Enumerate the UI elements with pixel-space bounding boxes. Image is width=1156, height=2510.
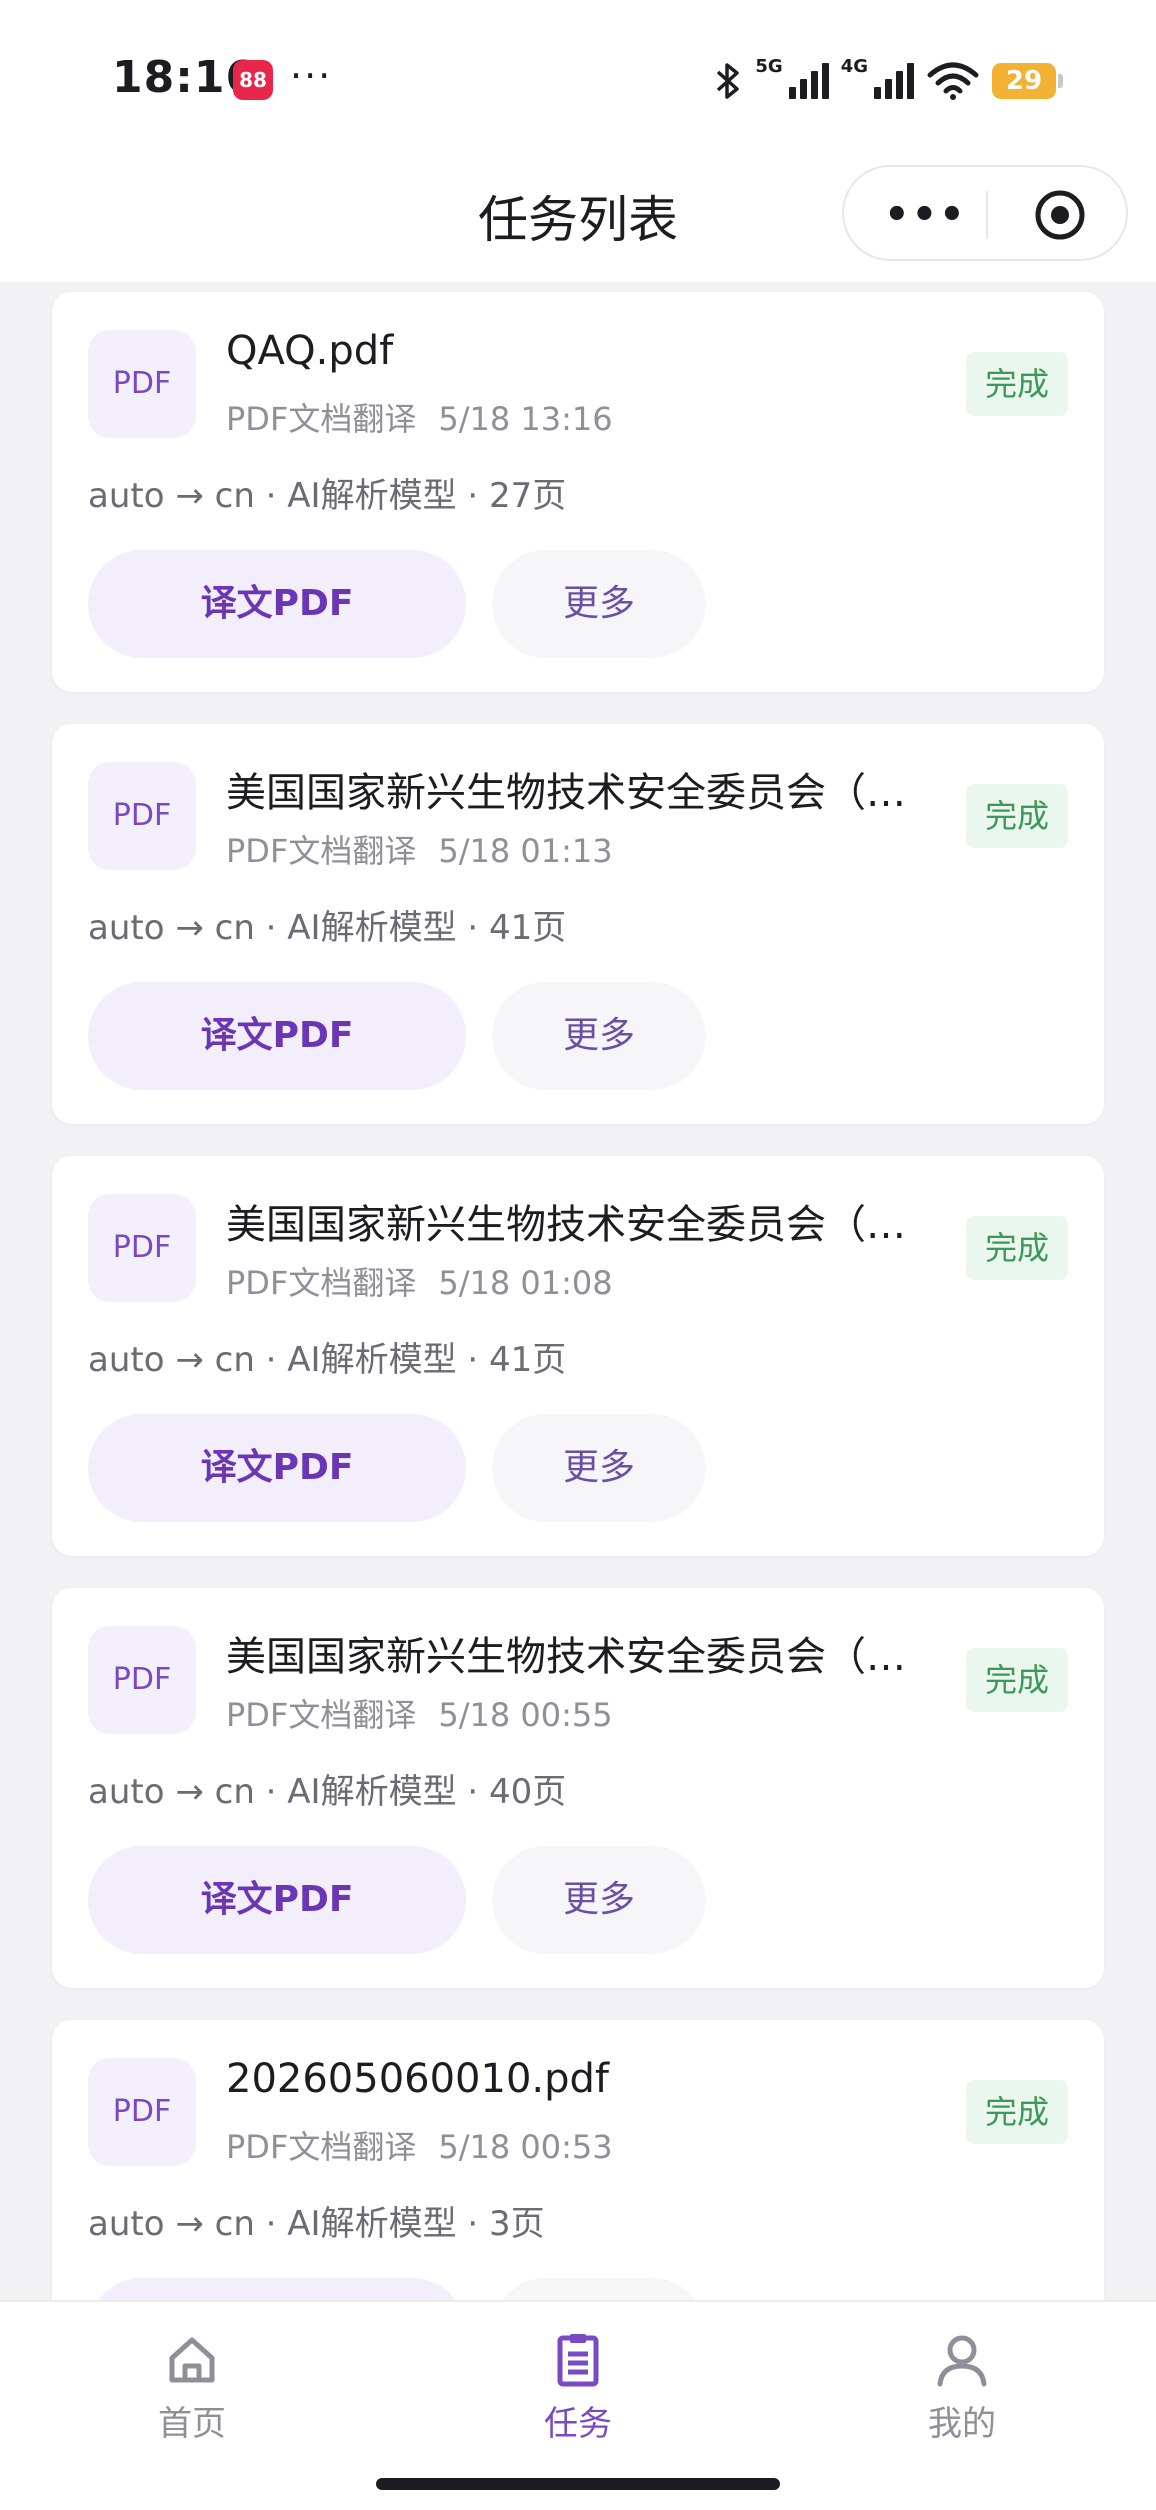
- task-type: PDF文档翻译: [226, 400, 417, 438]
- status-badge: 完成: [966, 2080, 1068, 2144]
- status-bar: 18:16 88 ··· 5G 4G 29: [0, 0, 1156, 150]
- task-title: 美国国家新兴生物技术安全委员会（…: [226, 770, 906, 816]
- more-button[interactable]: 更多: [492, 550, 706, 658]
- tab-mine[interactable]: 我的: [882, 2330, 1042, 2445]
- tab-tasks[interactable]: 任务: [498, 2330, 658, 2445]
- task-card[interactable]: PDF QAQ.pdf PDF文档翻译 5/18 13:16 完成 auto → …: [52, 292, 1104, 692]
- status-indicators: 5G 4G 29: [713, 56, 1063, 106]
- task-time: 5/18 01:13: [438, 832, 613, 870]
- home-icon: [169, 2337, 215, 2383]
- task-meta: auto → cn · AI解析模型 · 27页: [88, 476, 567, 516]
- app-notification-icon: 88: [233, 60, 273, 100]
- task-list: PDF QAQ.pdf PDF文档翻译 5/18 13:16 完成 auto → …: [52, 292, 1104, 2452]
- task-meta: auto → cn · AI解析模型 · 41页: [88, 1340, 567, 1380]
- translated-pdf-button[interactable]: 译文PDF: [88, 1846, 466, 1954]
- task-card[interactable]: PDF 美国国家新兴生物技术安全委员会（… PDF文档翻译 5/18 01:08 …: [52, 1156, 1104, 1556]
- tab-mine-label: 我的: [928, 2404, 996, 2444]
- target-close-icon[interactable]: [1034, 189, 1086, 241]
- signal-label-5g: 5G: [755, 56, 783, 77]
- status-badge: 完成: [966, 1216, 1068, 1280]
- signal-5g-icon: [788, 63, 829, 99]
- task-title: QAQ.pdf: [226, 328, 394, 374]
- task-subtitle: PDF文档翻译 5/18 13:16: [226, 394, 613, 440]
- status-more-dots: ···: [290, 54, 333, 98]
- task-type: PDF文档翻译: [226, 2128, 417, 2166]
- more-button[interactable]: 更多: [492, 1846, 706, 1954]
- tab-home-label: 首页: [158, 2404, 226, 2444]
- translated-pdf-button[interactable]: 译文PDF: [88, 982, 466, 1090]
- task-title: 美国国家新兴生物技术安全委员会（…: [226, 1202, 906, 1248]
- pdf-file-icon: PDF: [88, 1194, 196, 1302]
- signal-label-4g: 4G: [840, 56, 868, 77]
- clipboard-list-icon: [557, 2334, 599, 2387]
- more-button[interactable]: 更多: [492, 1414, 706, 1522]
- translated-pdf-button[interactable]: 译文PDF: [88, 1414, 466, 1522]
- task-time: 5/18 01:08: [438, 1264, 613, 1302]
- task-subtitle: PDF文档翻译 5/18 00:53: [226, 2122, 613, 2168]
- more-dots-icon[interactable]: •••: [884, 187, 965, 243]
- task-subtitle: PDF文档翻译 5/18 01:08: [226, 1258, 613, 1304]
- task-meta: auto → cn · AI解析模型 · 40页: [88, 1772, 567, 1812]
- mini-program-capsule: •••: [842, 165, 1128, 261]
- task-subtitle: PDF文档翻译 5/18 01:13: [226, 826, 613, 872]
- bluetooth-icon: [717, 63, 740, 99]
- battery-indicator: 29: [992, 63, 1063, 99]
- task-type: PDF文档翻译: [226, 832, 417, 870]
- signal-4g-icon: [874, 63, 914, 99]
- tab-home[interactable]: 首页: [112, 2330, 272, 2445]
- home-indicator: [376, 2478, 780, 2490]
- task-meta: auto → cn · AI解析模型 · 41页: [88, 908, 567, 948]
- task-time: 5/18 00:55: [438, 1696, 613, 1734]
- pdf-file-icon: PDF: [88, 1626, 196, 1734]
- capsule-divider: [986, 191, 988, 239]
- task-time: 5/18 13:16: [438, 400, 613, 438]
- task-title: 美国国家新兴生物技术安全委员会（…: [226, 1634, 906, 1680]
- pdf-file-icon: PDF: [88, 330, 196, 438]
- user-icon: [937, 2335, 987, 2387]
- task-title: 202605060010.pdf: [226, 2056, 609, 2102]
- task-type: PDF文档翻译: [226, 1696, 417, 1734]
- status-badge: 完成: [966, 784, 1068, 848]
- task-card[interactable]: PDF 美国国家新兴生物技术安全委员会（… PDF文档翻译 5/18 00:55 …: [52, 1588, 1104, 1988]
- wifi-icon: [927, 62, 979, 100]
- status-badge: 完成: [966, 1648, 1068, 1712]
- pdf-file-icon: PDF: [88, 2058, 196, 2166]
- status-badge: 完成: [966, 352, 1068, 416]
- pdf-file-icon: PDF: [88, 762, 196, 870]
- task-meta: auto → cn · AI解析模型 · 3页: [88, 2204, 545, 2244]
- task-card[interactable]: PDF 美国国家新兴生物技术安全委员会（… PDF文档翻译 5/18 01:13 …: [52, 724, 1104, 1124]
- nav-header: 任务列表 •••: [0, 150, 1156, 282]
- task-subtitle: PDF文档翻译 5/18 00:55: [226, 1690, 613, 1736]
- translated-pdf-button[interactable]: 译文PDF: [88, 550, 466, 658]
- tab-tasks-label: 任务: [544, 2404, 612, 2444]
- task-type: PDF文档翻译: [226, 1264, 417, 1302]
- task-time: 5/18 00:53: [438, 2128, 613, 2166]
- more-button[interactable]: 更多: [492, 982, 706, 1090]
